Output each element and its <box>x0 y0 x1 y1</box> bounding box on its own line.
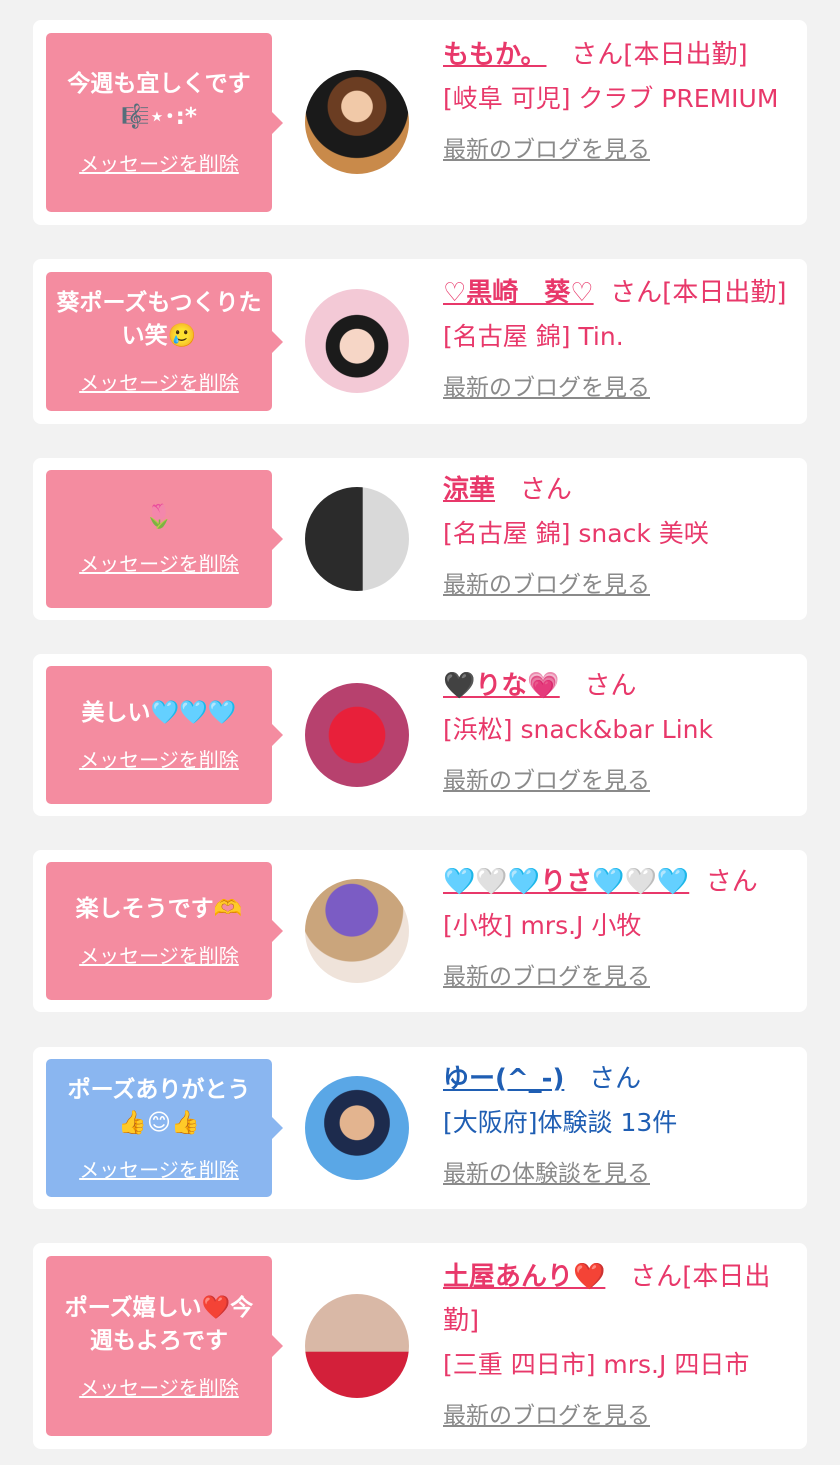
message-text: 葵ポーズもつくりたい笑🥲 <box>56 290 262 349</box>
message-text: 楽しそうです🫶 <box>75 896 243 922</box>
message-text: ポーズ嬉しい❤️今週もよろです <box>64 1294 254 1354</box>
shop-info: [小牧] mrs.J 小牧 <box>443 911 642 940</box>
delete-message-link[interactable]: メッセージを削除 <box>79 148 239 177</box>
message-text: 今週も宜しくです🎼⋆･:* <box>67 71 251 130</box>
shop-info: [三重 四日市] mrs.J 四日市 <box>443 1350 750 1379</box>
profile-name-link[interactable]: ♡黒崎 葵♡ <box>443 278 594 308</box>
profile-info: 土屋あんり❤️ さん[本日出勤] [三重 四日市] mrs.J 四日市 最新のブ… <box>443 1255 798 1430</box>
message-card: 葵ポーズもつくりたい笑🥲 メッセージを削除 ♡黒崎 葵♡ さん[本日出勤] [名… <box>33 259 807 424</box>
message-card: 美しい🩵🩵🩵 メッセージを削除 🖤りな💗 さん [浜松] snack&bar L… <box>33 654 807 816</box>
shop-info: [浜松] snack&bar Link <box>443 715 713 744</box>
delete-message-link[interactable]: メッセージを削除 <box>79 744 239 773</box>
message-bubble: ポーズありがとう👍😊👍 メッセージを削除 <box>46 1059 283 1197</box>
delete-message-link[interactable]: メッセージを削除 <box>79 367 239 396</box>
profile-name-link[interactable]: 🩵🤍🩵りさ🩵🤍🩵 <box>443 867 689 897</box>
delete-message-link[interactable]: メッセージを削除 <box>79 548 239 577</box>
profile-name-link[interactable]: 土屋あんり❤️ <box>443 1262 605 1292</box>
honorific: さん <box>705 867 758 897</box>
avatar[interactable] <box>305 1294 409 1398</box>
delete-message-link[interactable]: メッセージを削除 <box>79 1154 239 1183</box>
message-card: 🌷 メッセージを削除 涼華 さん [名古屋 錦] snack 美咲 最新のブログ… <box>33 458 807 620</box>
profile-name-link[interactable]: 涼華 <box>443 475 495 505</box>
shop-info: [岐阜 可児] クラブ PREMIUM <box>443 84 779 113</box>
message-bubble: 今週も宜しくです🎼⋆･:* メッセージを削除 <box>46 33 283 212</box>
delete-message-link[interactable]: メッセージを削除 <box>79 1372 239 1401</box>
honorific: さん <box>610 278 663 308</box>
profile-info: 🩵🤍🩵りさ🩵🤍🩵 さん [小牧] mrs.J 小牧 最新のブログを見る <box>443 860 798 991</box>
profile-name-link[interactable]: ゆー(^_-) <box>443 1064 564 1094</box>
status-badge: [本日出勤] <box>662 278 787 308</box>
honorific: さん <box>571 40 624 70</box>
message-card: 楽しそうです🫶 メッセージを削除 🩵🤍🩵りさ🩵🤍🩵 さん [小牧] mrs.J … <box>33 850 807 1012</box>
delete-message-link[interactable]: メッセージを削除 <box>79 940 239 969</box>
blog-link[interactable]: 最新のブログを見る <box>443 761 650 795</box>
shop-info: [名古屋 錦] snack 美咲 <box>443 519 709 548</box>
avatar[interactable] <box>305 879 409 983</box>
profile-info: ♡黒崎 葵♡ さん[本日出勤] [名古屋 錦] Tin. 最新のブログを見る <box>443 271 798 402</box>
message-bubble: 葵ポーズもつくりたい笑🥲 メッセージを削除 <box>46 272 283 411</box>
review-link[interactable]: 最新の体験談を見る <box>443 1154 650 1188</box>
message-text: 美しい🩵🩵🩵 <box>81 700 237 726</box>
honorific: さん <box>519 475 572 505</box>
avatar[interactable] <box>305 289 409 393</box>
honorific: さん <box>630 1262 683 1292</box>
message-text: ポーズありがとう👍😊👍 <box>67 1076 251 1136</box>
message-text: 🌷 <box>144 504 174 530</box>
profile-info: 涼華 さん [名古屋 錦] snack 美咲 最新のブログを見る <box>443 468 798 599</box>
blog-link[interactable]: 最新のブログを見る <box>443 1396 650 1430</box>
honorific: さん <box>589 1064 642 1094</box>
message-bubble: 🌷 メッセージを削除 <box>46 470 283 608</box>
profile-info: 🖤りな💗 さん [浜松] snack&bar Link 最新のブログを見る <box>443 664 798 795</box>
blog-link[interactable]: 最新のブログを見る <box>443 957 650 991</box>
avatar[interactable] <box>305 70 409 174</box>
avatar[interactable] <box>305 683 409 787</box>
shop-info: [名古屋 錦] Tin. <box>443 322 624 351</box>
honorific: さん <box>584 671 637 701</box>
blog-link[interactable]: 最新のブログを見る <box>443 130 650 164</box>
message-bubble: ポーズ嬉しい❤️今週もよろです メッセージを削除 <box>46 1256 283 1436</box>
message-card: 今週も宜しくです🎼⋆･:* メッセージを削除 ももか。 さん[本日出勤] [岐阜… <box>33 20 807 225</box>
avatar[interactable] <box>305 487 409 591</box>
profile-info: ももか。 さん[本日出勤] [岐阜 可児] クラブ PREMIUM 最新のブログ… <box>443 33 798 164</box>
shop-info: [大阪府]体験談 13件 <box>443 1108 678 1137</box>
profile-info: ゆー(^_-) さん [大阪府]体験談 13件 最新の体験談を見る <box>443 1057 798 1188</box>
message-list: 今週も宜しくです🎼⋆･:* メッセージを削除 ももか。 さん[本日出勤] [岐阜… <box>0 0 840 1465</box>
profile-name-link[interactable]: 🖤りな💗 <box>443 671 560 701</box>
message-card: ポーズありがとう👍😊👍 メッセージを削除 ゆー(^_-) さん [大阪府]体験談… <box>33 1047 807 1209</box>
message-bubble: 楽しそうです🫶 メッセージを削除 <box>46 862 283 1000</box>
blog-link[interactable]: 最新のブログを見る <box>443 565 650 599</box>
message-bubble: 美しい🩵🩵🩵 メッセージを削除 <box>46 666 283 804</box>
avatar[interactable] <box>305 1076 409 1180</box>
blog-link[interactable]: 最新のブログを見る <box>443 368 650 402</box>
message-card: ポーズ嬉しい❤️今週もよろです メッセージを削除 土屋あんり❤️ さん[本日出勤… <box>33 1243 807 1449</box>
profile-name-link[interactable]: ももか。 <box>443 40 546 70</box>
status-badge: [本日出勤] <box>623 40 748 70</box>
